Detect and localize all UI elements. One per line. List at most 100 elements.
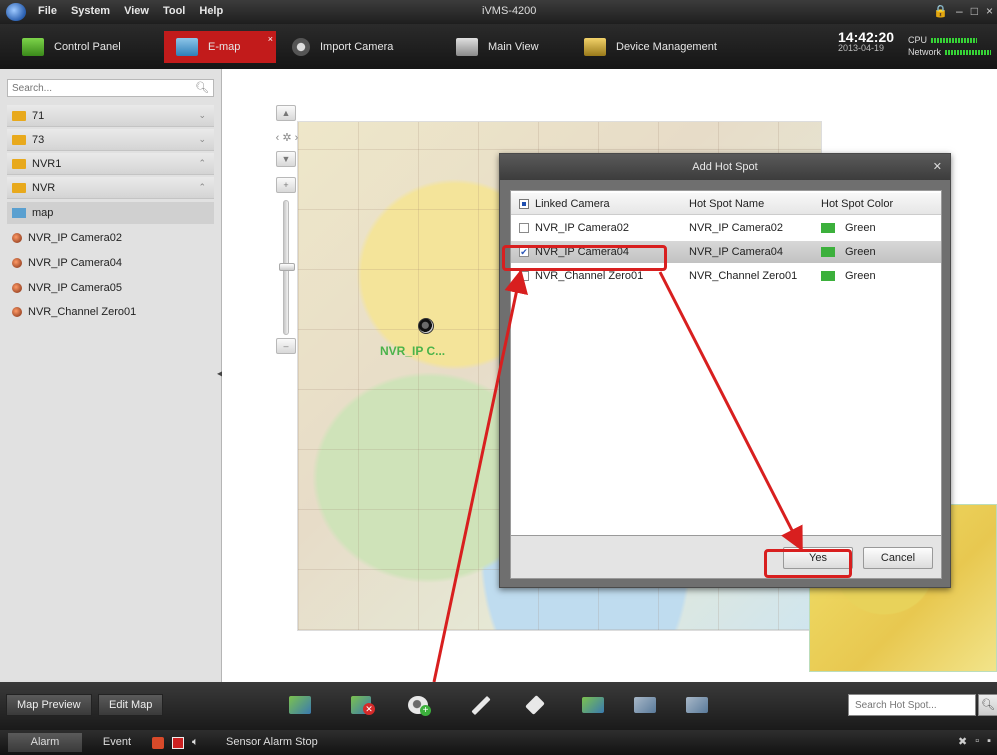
tree-folder[interactable]: NVR1 ⌃ xyxy=(7,153,214,175)
hot-spot-camera-icon[interactable] xyxy=(418,318,434,334)
close-icon[interactable]: ✕ xyxy=(933,160,942,173)
minimize-icon[interactable]: – xyxy=(956,4,963,18)
lock-icon[interactable]: 🔒 xyxy=(933,4,948,18)
zoom-slider-handle[interactable] xyxy=(279,263,295,271)
tab-main-view[interactable]: Main View xyxy=(444,31,564,63)
chevron-up-icon[interactable]: ⌃ xyxy=(198,158,206,169)
tree-search-input[interactable] xyxy=(8,80,188,96)
hot-spot-name-cell: NVR_IP Camera02 xyxy=(689,222,783,234)
pan-pad[interactable]: ‹ ✲ › xyxy=(254,127,320,149)
menu-view[interactable]: View xyxy=(124,5,149,17)
modify-hot-region-icon[interactable] xyxy=(632,693,660,717)
menu-file[interactable]: File xyxy=(38,5,57,17)
tree-item-camera[interactable]: NVR_Channel Zero01 xyxy=(7,301,214,323)
tree-item-label: NVR_Channel Zero01 xyxy=(28,306,137,318)
cpu-bar xyxy=(931,38,978,44)
alarm-icon[interactable] xyxy=(152,736,164,749)
menu-tool[interactable]: Tool xyxy=(163,5,185,17)
tab-alarm[interactable]: Alarm xyxy=(8,733,82,752)
delete-hot-region-icon[interactable] xyxy=(684,693,712,717)
color-swatch[interactable] xyxy=(821,247,835,257)
performance-meter: CPU Network xyxy=(908,34,992,58)
select-all-checkbox[interactable] xyxy=(519,198,529,209)
add-hot-spot-dialog: Add Hot Spot ✕ Linked Camera Hot Spot Na… xyxy=(499,153,951,588)
search-icon[interactable]: 🔍︎ xyxy=(978,694,997,716)
add-camera-icon[interactable]: + xyxy=(406,693,434,717)
color-swatch[interactable] xyxy=(821,271,835,281)
expand-icon[interactable]: ▪ xyxy=(987,735,991,748)
tree-search[interactable]: 🔍︎ xyxy=(7,79,214,97)
folder-icon xyxy=(12,158,26,169)
restore-icon[interactable]: ▫ xyxy=(975,735,979,748)
hot-spot-search-input[interactable] xyxy=(849,695,949,715)
tab-event[interactable]: Event xyxy=(86,733,148,752)
edit-map-button[interactable]: Edit Map xyxy=(98,694,164,716)
chevron-down-icon[interactable]: ⌄ xyxy=(198,110,206,121)
folder-icon xyxy=(12,182,26,193)
tree-folder-label: 73 xyxy=(32,133,45,146)
map-preview-button[interactable]: Map Preview xyxy=(6,694,92,716)
row-checkbox[interactable] xyxy=(519,223,529,233)
add-map-icon[interactable] xyxy=(287,693,315,717)
device-management-icon xyxy=(584,38,606,56)
modify-icon[interactable] xyxy=(466,693,494,717)
app-logo-icon xyxy=(6,3,26,21)
tab-close-icon[interactable]: × xyxy=(268,34,273,44)
tab-device-management[interactable]: Device Management xyxy=(572,31,742,63)
delete-icon[interactable] xyxy=(522,693,550,717)
hot-spot-table: Linked Camera Hot Spot Name Hot Spot Col… xyxy=(510,190,942,536)
pin-icon[interactable]: ✖ xyxy=(958,735,967,748)
tab-e-map[interactable]: E-map × xyxy=(164,31,276,63)
pan-down-icon[interactable]: ▼ xyxy=(276,151,296,167)
tree-folder[interactable]: 71 ⌄ xyxy=(7,105,214,127)
close-icon[interactable]: × xyxy=(986,4,993,18)
import-camera-icon xyxy=(292,38,310,56)
maximize-icon[interactable]: □ xyxy=(971,4,978,18)
tree-folder[interactable]: 73 ⌄ xyxy=(7,129,214,151)
clock-time: 14:42:20 xyxy=(838,29,895,45)
add-hot-region-icon[interactable] xyxy=(580,693,608,717)
tab-import-camera[interactable]: Import Camera xyxy=(280,31,430,63)
callout-yes-button xyxy=(764,549,852,578)
tree-item-map[interactable]: map xyxy=(7,202,214,224)
tree-item-camera[interactable]: NVR_IP Camera02 xyxy=(7,227,214,249)
title-bar: File System View Tool Help iVMS-4200 🔒 –… xyxy=(0,0,997,24)
color-swatch[interactable] xyxy=(821,223,835,233)
speaker-icon[interactable]: 🔈︎ xyxy=(192,736,199,749)
tab-control-panel[interactable]: Control Panel xyxy=(10,31,160,63)
hot-spot-label: NVR_IP C... xyxy=(380,344,446,358)
menu-system[interactable]: System xyxy=(71,5,110,17)
e-map-icon xyxy=(176,38,198,56)
map-icon xyxy=(12,208,26,218)
status-bar: Alarm Event 🔈︎ Sensor Alarm Stop ✖ ▫ ▪ xyxy=(0,730,997,755)
folder-icon xyxy=(12,110,26,121)
pan-up-icon[interactable]: ▲ xyxy=(276,105,296,121)
zoom-slider[interactable] xyxy=(279,200,295,335)
table-header: Linked Camera Hot Spot Name Hot Spot Col… xyxy=(511,193,941,215)
zoom-in-icon[interactable]: + xyxy=(276,177,296,193)
tree-item-camera[interactable]: NVR_IP Camera05 xyxy=(7,277,214,299)
status-controls: ✖ ▫ ▪ xyxy=(958,735,991,748)
chevron-down-icon[interactable]: ⌄ xyxy=(198,134,206,145)
menu-bar: File System View Tool Help xyxy=(38,5,223,17)
menu-help[interactable]: Help xyxy=(199,5,223,17)
hot-spot-search[interactable] xyxy=(848,694,976,716)
window-title: iVMS-4200 xyxy=(482,5,537,17)
cancel-button[interactable]: Cancel xyxy=(863,547,933,569)
search-icon[interactable]: 🔍︎ xyxy=(195,81,209,94)
tab-label: Control Panel xyxy=(54,41,121,53)
delete-map-icon[interactable]: ✕ xyxy=(349,693,377,717)
tree-item-camera[interactable]: NVR_IP Camera04 xyxy=(7,252,214,274)
tree-folder[interactable]: NVR ⌃ xyxy=(7,177,214,199)
hot-spot-name-cell: NVR_Channel Zero01 xyxy=(689,270,798,282)
control-panel-icon xyxy=(22,38,44,56)
table-row[interactable]: NVR_IP Camera02 NVR_IP Camera02 Green xyxy=(511,217,941,239)
tree-folder-label: NVR1 xyxy=(32,157,62,170)
chevron-up-icon[interactable]: ⌃ xyxy=(198,182,206,193)
row-checkbox[interactable] xyxy=(519,271,529,281)
linked-camera-cell: NVR_IP Camera02 xyxy=(535,222,629,234)
alarm-output-icon[interactable] xyxy=(172,736,184,749)
zoom-out-icon[interactable]: – xyxy=(276,338,296,354)
tree-folder-label: NVR xyxy=(32,181,56,194)
map-toolbar: Map Preview Edit Map ✕ + 🔍︎ xyxy=(0,682,997,730)
